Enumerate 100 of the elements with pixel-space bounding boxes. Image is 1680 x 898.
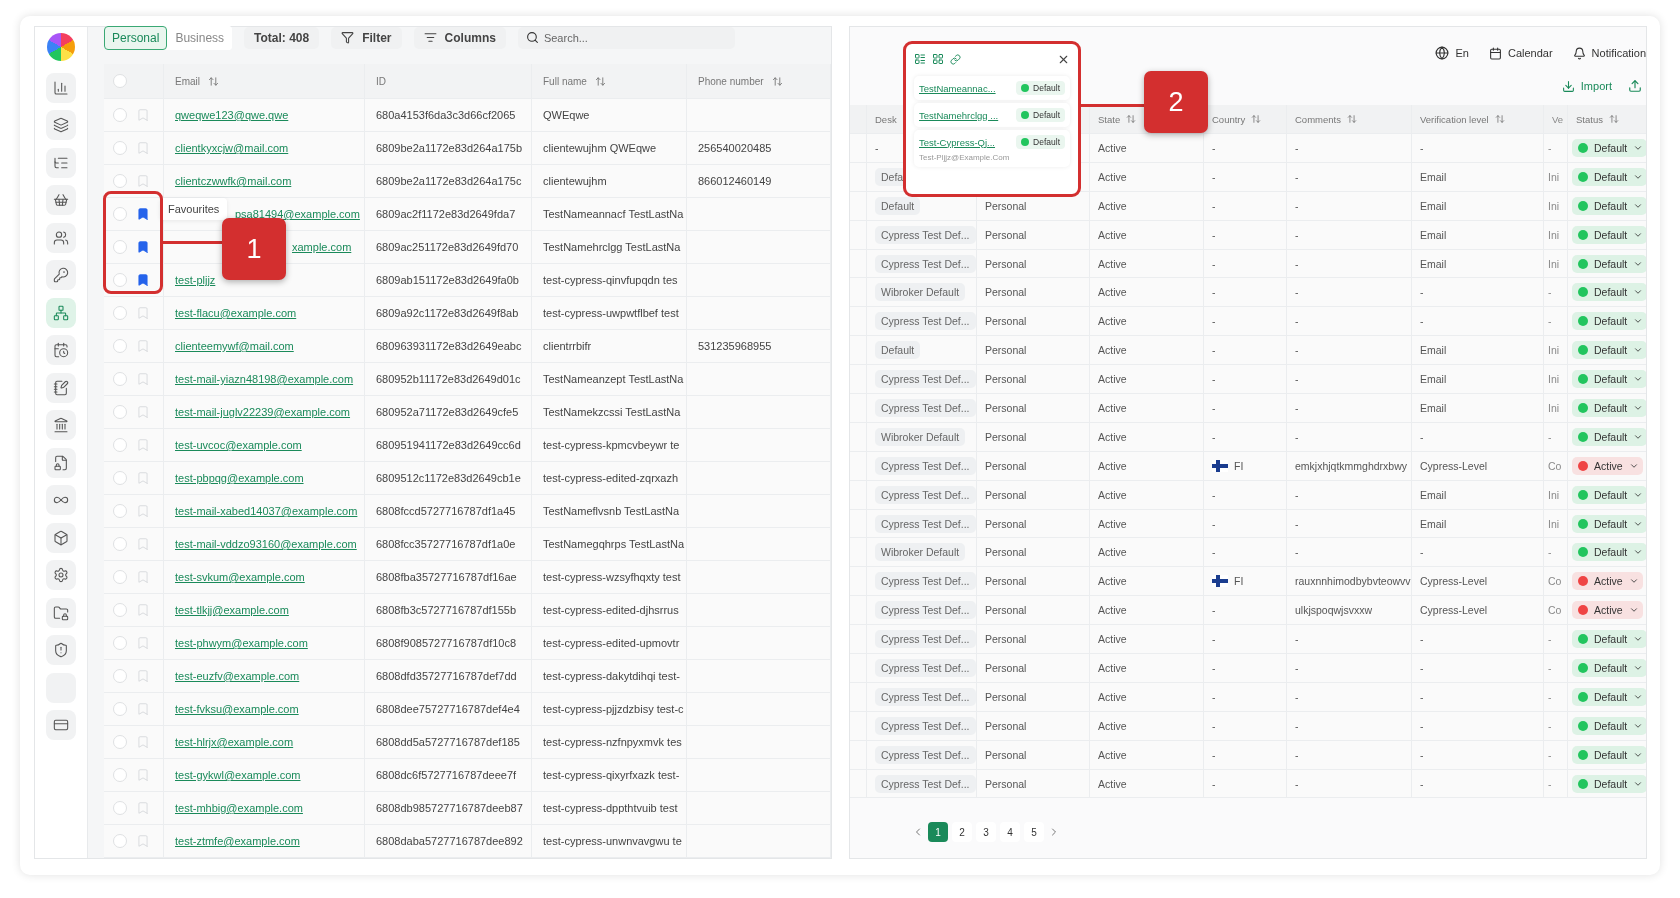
status-badge[interactable]: Default	[1572, 774, 1646, 793]
import-button[interactable]: Import	[1561, 79, 1612, 93]
email-link[interactable]: psa81494@example.com	[235, 208, 360, 220]
calendar-button[interactable]: Calendar	[1488, 46, 1553, 60]
row-checkbox[interactable]	[113, 702, 127, 716]
email-link[interactable]: test-tlkjj@example.com	[175, 604, 289, 616]
status-badge[interactable]: Default	[1572, 630, 1646, 649]
client-link[interactable]: TestNameannac...	[919, 82, 996, 94]
status-badge[interactable]: Default	[1572, 312, 1646, 331]
sort-icon[interactable]	[771, 75, 783, 87]
page-button[interactable]: 5	[1024, 822, 1044, 843]
row-checkbox[interactable]	[113, 339, 127, 353]
email-link[interactable]: clientkyxcjw@mail.com	[175, 142, 289, 154]
status-badge[interactable]: Default	[1572, 341, 1646, 360]
filter-button[interactable]: Filter	[331, 26, 402, 49]
popover-item[interactable]: Test-Cypress-Qj... Default Test-Pljjz@Example.Com	[914, 130, 1070, 167]
settings-icon[interactable]	[46, 560, 76, 590]
email-link[interactable]: clientczwwfk@mail.com	[175, 175, 292, 187]
email-link[interactable]: clienteemywf@mail.com	[175, 340, 294, 352]
status-badge[interactable]: Default	[1572, 196, 1646, 215]
status-badge[interactable]: Default	[1572, 167, 1646, 186]
row-checkbox[interactable]	[113, 504, 127, 518]
basket-icon[interactable]	[46, 185, 76, 215]
users-icon[interactable]	[46, 222, 76, 253]
row-checkbox[interactable]	[113, 207, 127, 221]
columns-button[interactable]: Columns	[413, 26, 506, 49]
email-link[interactable]: test-mail-juglv22239@example.com	[175, 406, 351, 418]
row-checkbox[interactable]	[113, 801, 127, 815]
row-checkbox[interactable]	[113, 834, 127, 848]
status-badge[interactable]: Default	[1572, 514, 1646, 533]
key-icon[interactable]	[46, 260, 76, 290]
email-link[interactable]: test-mail-xabed14037@example.com	[175, 505, 358, 517]
email-link[interactable]: test-uvcoc@example.com	[175, 439, 302, 451]
infinity-icon[interactable]	[46, 485, 76, 515]
status-badge[interactable]: Default	[1572, 716, 1646, 735]
grid-view-icon[interactable]	[932, 53, 944, 65]
email-link[interactable]: test-fvksu@example.com	[175, 703, 299, 715]
status-badge[interactable]: Default	[1572, 745, 1646, 764]
email-link[interactable]: test-pljjz	[175, 274, 216, 286]
email-link[interactable]: test-ztmfe@example.com	[175, 835, 300, 847]
email-link[interactable]: test-svkum@example.com	[175, 571, 305, 583]
popover-item[interactable]: TestNamehrclgg ... Default	[914, 103, 1070, 127]
shield-icon[interactable]	[46, 635, 76, 665]
sort-icon[interactable]	[1251, 114, 1262, 124]
bookmark-icon[interactable]	[136, 207, 150, 221]
file-lock-icon[interactable]	[46, 447, 76, 478]
sort-icon[interactable]	[1126, 114, 1137, 124]
search-field[interactable]: Search...	[517, 26, 735, 49]
email-link[interactable]: qweqwe123@qwe.qwe	[175, 109, 289, 121]
email-link[interactable]: test-mail-yiazn48198@example.com	[175, 373, 354, 385]
sort-icon[interactable]	[1608, 114, 1619, 124]
status-badge[interactable]: Active	[1572, 601, 1643, 620]
email-link[interactable]: test-pbpqg@example.com	[175, 472, 304, 484]
cards-icon[interactable]	[46, 710, 76, 740]
row-checkbox[interactable]	[113, 306, 127, 320]
status-badge[interactable]: Default	[1572, 543, 1646, 562]
email-link[interactable]: test-mail-vddzo93160@example.com	[175, 538, 357, 550]
popover-item[interactable]: TestNameannac... Default	[914, 76, 1070, 100]
client-link[interactable]: TestNamehrclgg ...	[919, 109, 999, 121]
notification-button[interactable]: Notification	[1572, 46, 1646, 60]
notebook-icon[interactable]	[46, 372, 76, 403]
bookmark-icon[interactable]	[136, 240, 150, 254]
calendar-icon[interactable]	[46, 335, 76, 365]
row-checkbox[interactable]	[113, 603, 127, 617]
row-checkbox[interactable]	[113, 735, 127, 749]
row-checkbox[interactable]	[113, 108, 127, 122]
page-button[interactable]: 2	[952, 822, 972, 843]
status-badge[interactable]: Default	[1572, 658, 1646, 677]
folder-icon[interactable]	[46, 597, 76, 628]
export-icon[interactable]	[1628, 79, 1642, 93]
status-badge[interactable]: Active	[1572, 572, 1643, 591]
sort-icon[interactable]	[208, 75, 219, 87]
row-checkbox[interactable]	[113, 768, 127, 782]
status-badge[interactable]: Default	[1572, 485, 1646, 504]
row-checkbox[interactable]	[113, 537, 127, 551]
status-badge[interactable]: Active	[1572, 456, 1643, 475]
row-checkbox[interactable]	[113, 372, 127, 386]
tree-icon[interactable]	[46, 147, 76, 178]
page-button[interactable]: 1	[928, 822, 948, 843]
page-button[interactable]: 4	[1000, 822, 1020, 843]
row-checkbox[interactable]	[113, 471, 127, 485]
row-checkbox[interactable]	[113, 174, 127, 188]
bookmark-icon[interactable]	[136, 273, 150, 287]
email-link[interactable]: test-euzfv@example.com	[175, 670, 300, 682]
list-view-icon[interactable]	[914, 53, 926, 65]
status-badge[interactable]: Default	[1572, 254, 1646, 273]
row-checkbox[interactable]	[113, 405, 127, 419]
email-link[interactable]: test-phwym@example.com	[175, 637, 308, 649]
status-badge[interactable]: Default	[1572, 427, 1646, 446]
status-badge[interactable]: Default	[1572, 283, 1646, 302]
page-button[interactable]: 3	[976, 822, 996, 843]
status-badge[interactable]: Default	[1572, 398, 1646, 417]
status-badge[interactable]: Default	[1572, 687, 1646, 706]
cube-icon[interactable]	[46, 522, 76, 553]
status-badge[interactable]: Default	[1572, 370, 1646, 389]
row-checkbox[interactable]	[113, 669, 127, 683]
bank-icon[interactable]	[46, 410, 76, 440]
row-checkbox[interactable]	[113, 273, 127, 287]
network-icon[interactable]	[46, 297, 76, 328]
row-checkbox[interactable]	[113, 438, 127, 452]
